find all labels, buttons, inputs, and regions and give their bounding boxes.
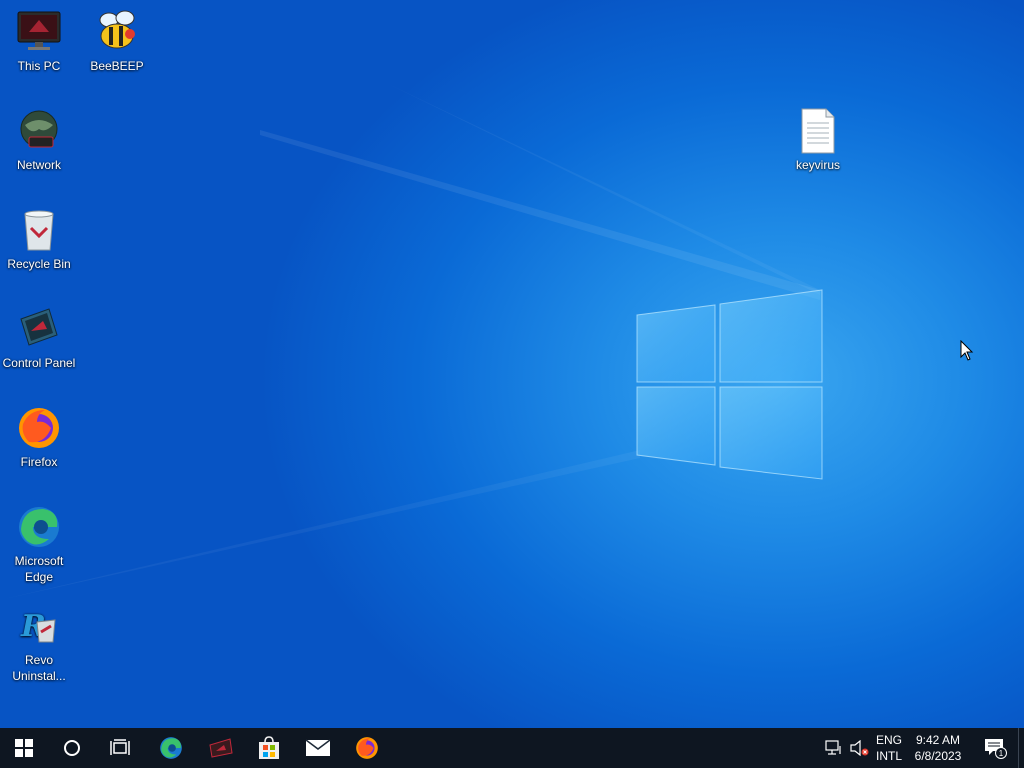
firefox-icon	[356, 737, 378, 759]
wallpaper-windows-logo	[0, 80, 823, 600]
desktop-icon-label: Network	[16, 158, 61, 172]
text-file-icon	[801, 108, 835, 154]
desktop-icon-label: Microsoft Edge	[14, 554, 64, 584]
recycle-bin-icon	[24, 210, 54, 251]
task-view-button[interactable]	[96, 728, 144, 768]
task-view-icon	[110, 739, 130, 755]
this-pc-icon	[17, 11, 61, 50]
mail-icon	[305, 739, 331, 756]
action-center-button[interactable]: 1	[978, 728, 1012, 768]
volume-tray-button[interactable]	[846, 728, 872, 768]
desktop-icon-network[interactable]: Network	[0, 107, 78, 173]
desktop-icon-beebeep[interactable]: BeeBEEP	[78, 8, 156, 74]
desktop[interactable]: This PC BeeBEEP Network Recycle Bin Cont…	[0, 0, 1024, 728]
control-panel-icon	[20, 308, 58, 346]
desktop-icon-label: keyvirus	[795, 158, 840, 172]
rog-app-icon	[209, 738, 233, 758]
taskbar-edge-button[interactable]	[146, 728, 196, 768]
edge-icon	[160, 737, 182, 759]
store-icon	[259, 736, 279, 759]
edge-icon	[19, 507, 59, 547]
desktop-icon-label: Control Panel	[2, 356, 76, 370]
input-language-button[interactable]: ENG INTL	[872, 728, 906, 768]
desktop-icon-label: BeeBEEP	[90, 59, 144, 73]
desktop-icon-label: Revo Uninstal...	[12, 653, 66, 683]
desktop-icon-label: Recycle Bin	[7, 257, 71, 271]
start-button[interactable]	[0, 728, 48, 768]
desktop-icon-revo-uninstaller[interactable]: R Revo Uninstal...	[0, 602, 78, 684]
clock-date: 6/8/2023	[914, 749, 962, 763]
language-code: ENG	[875, 733, 902, 747]
desktop-icon-recycle-bin[interactable]: Recycle Bin	[0, 206, 78, 272]
taskbar-rog-app-button[interactable]	[196, 728, 246, 768]
volume-muted-icon	[850, 740, 869, 756]
beebeep-icon	[99, 10, 135, 49]
keyboard-layout: INTL	[875, 749, 902, 763]
revo-uninstaller-icon: R	[20, 609, 56, 644]
firefox-icon	[19, 408, 59, 448]
desktop-icon-label: This PC	[17, 59, 61, 73]
show-desktop-button[interactable]	[1018, 728, 1024, 768]
desktop-icon-label: Firefox	[20, 455, 58, 469]
network-icon	[20, 110, 58, 148]
desktop-icon-keyvirus[interactable]: keyvirus	[779, 107, 857, 173]
taskbar-firefox-button[interactable]	[342, 728, 392, 768]
search-icon	[64, 740, 80, 756]
mouse-cursor-icon	[960, 340, 974, 361]
notification-count: 1	[999, 749, 1004, 758]
desktop-icon-edge[interactable]: Microsoft Edge	[0, 503, 78, 585]
desktop-icon-control-panel[interactable]: Control Panel	[0, 305, 78, 371]
notification-icon: 1	[985, 739, 1007, 759]
taskbar-store-button[interactable]	[246, 728, 292, 768]
start-icon	[15, 739, 33, 757]
search-button[interactable]	[48, 728, 96, 768]
network-status-icon	[825, 740, 841, 755]
network-tray-button[interactable]	[822, 728, 846, 768]
taskbar-mail-button[interactable]	[294, 728, 342, 768]
clock-time: 9:42 AM	[915, 733, 961, 747]
taskbar: ENG INTL 9:42 AM 6/8/2023 1	[0, 728, 1024, 768]
desktop-icon-firefox[interactable]: Firefox	[0, 404, 78, 470]
desktop-icon-this-pc[interactable]: This PC	[0, 8, 78, 74]
clock-button[interactable]: 9:42 AM 6/8/2023	[908, 728, 968, 768]
